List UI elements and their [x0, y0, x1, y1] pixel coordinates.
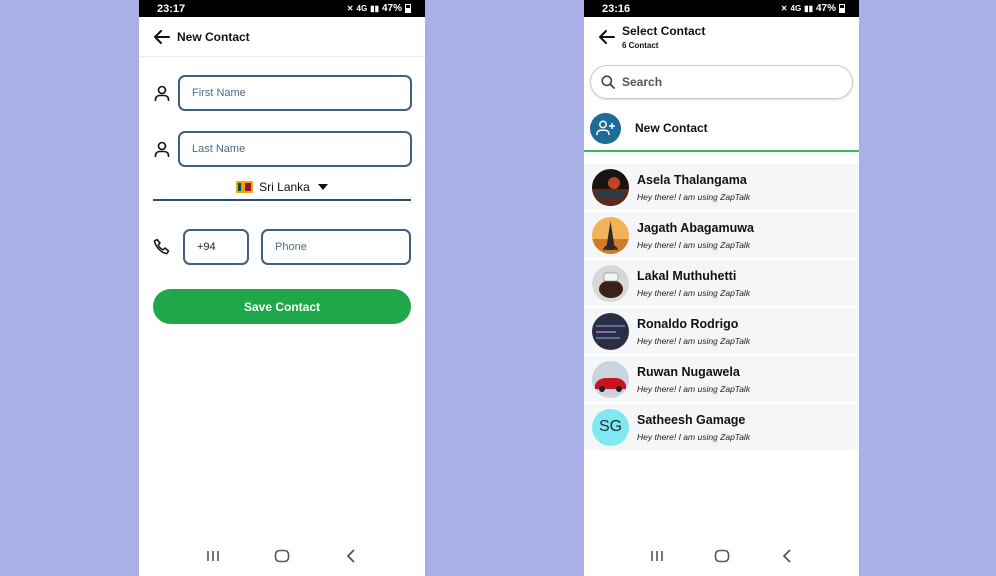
last-name-row: [152, 131, 412, 167]
list-item[interactable]: Jagath Abagamuwa Hey there! I am using Z…: [584, 212, 859, 258]
contact-status: Hey there! I am using ZapTalk: [637, 431, 751, 442]
avatar: [592, 264, 629, 302]
contact-count: 6 Contact: [622, 41, 659, 50]
contact-name: Jagath Abagamuwa: [637, 220, 754, 235]
contact-list: Asela Thalangama Hey there! I am using Z…: [584, 164, 859, 452]
status-time: 23:17: [157, 2, 186, 15]
list-item[interactable]: SG Satheesh Gamage Hey there! I am using…: [584, 404, 859, 450]
battery-icon: [839, 4, 845, 13]
status-icons: ✕ 4G ▮▮ 47%: [347, 3, 411, 14]
battery-icon: [405, 4, 411, 13]
first-name-field[interactable]: [178, 75, 412, 111]
phone-icon: [152, 237, 172, 257]
arrow-left-icon: [154, 29, 170, 44]
search-bar: [590, 65, 853, 99]
back-nav-button[interactable]: [775, 544, 799, 568]
country-code-field[interactable]: [183, 229, 249, 265]
caret-down-icon: [317, 183, 328, 190]
list-item[interactable]: Ruwan Nugawela Hey there! I am using Zap…: [584, 356, 859, 402]
contact-name: Ronaldo Rodrigo: [637, 316, 739, 331]
select-contact-screen: 23:16 ✕ 4G ▮▮ 47% Select Contact 6 Conta…: [584, 0, 859, 576]
recents-button[interactable]: [201, 544, 225, 568]
back-button[interactable]: [151, 26, 173, 48]
contact-name: Satheesh Gamage: [637, 412, 746, 427]
country-name: Sri Lanka: [259, 179, 310, 194]
mute-icon: ✕: [346, 4, 354, 13]
status-bar: 23:17 ✕ 4G ▮▮ 47%: [139, 0, 425, 17]
system-nav-bar: [139, 536, 425, 576]
search-input[interactable]: [622, 75, 822, 89]
avatar: SG: [592, 408, 629, 446]
signal-icon: ▮▮: [804, 4, 813, 13]
app-bar: Select Contact 6 Contact: [584, 17, 859, 57]
avatar: [592, 216, 629, 254]
system-nav-bar: [584, 536, 859, 576]
save-contact-button[interactable]: Save Contact: [153, 289, 411, 324]
page-title: New Contact: [177, 29, 250, 44]
home-icon: [274, 549, 290, 563]
app-bar: New Contact: [139, 17, 425, 57]
title-block: Select Contact 6 Contact: [622, 24, 705, 50]
page-title: Select Contact: [622, 24, 706, 38]
mute-icon: ✕: [780, 4, 788, 13]
home-button[interactable]: [270, 544, 294, 568]
signal-icon: ▮▮: [370, 4, 379, 13]
signal-label: 4G: [356, 4, 368, 13]
arrow-left-icon: [599, 30, 615, 44]
list-item[interactable]: Ronaldo Rodrigo Hey there! I am using Za…: [584, 308, 859, 354]
add-person-icon: [590, 112, 621, 144]
avatar: [592, 168, 629, 206]
back-nav-button[interactable]: [339, 544, 363, 568]
contact-status: Hey there! I am using ZapTalk: [637, 335, 751, 346]
recents-icon: [650, 551, 663, 561]
list-item[interactable]: Asela Thalangama Hey there! I am using Z…: [584, 164, 859, 210]
person-icon: [152, 139, 172, 159]
home-icon: [714, 549, 729, 563]
new-contact-button[interactable]: New Contact: [584, 106, 859, 152]
signal-label: 4G: [790, 4, 802, 13]
contact-name: Lakal Muthuhetti: [637, 268, 737, 283]
contact-name: Ruwan Nugawela: [637, 364, 740, 379]
avatar-initials: SG: [598, 418, 623, 435]
status-icons: ✕ 4G ▮▮ 47%: [781, 3, 845, 14]
first-name-row: [152, 75, 412, 111]
recents-icon: [207, 551, 220, 561]
last-name-field[interactable]: [178, 131, 412, 167]
new-contact-label: New Contact: [635, 121, 708, 135]
contact-status: Hey there! I am using ZapTalk: [637, 191, 751, 202]
battery-percent: 47%: [381, 3, 402, 14]
chevron-left-icon: [782, 549, 791, 563]
chevron-left-icon: [346, 549, 355, 563]
status-bar: 23:16 ✕ 4G ▮▮ 47%: [584, 0, 859, 17]
contact-status: Hey there! I am using ZapTalk: [637, 239, 751, 250]
avatar: [592, 312, 629, 350]
back-button[interactable]: [596, 26, 618, 48]
recents-button[interactable]: [645, 544, 669, 568]
contact-status: Hey there! I am using ZapTalk: [637, 287, 751, 298]
contact-status: Hey there! I am using ZapTalk: [637, 383, 751, 394]
status-time: 23:16: [602, 2, 631, 15]
phone-field[interactable]: [261, 229, 411, 265]
person-icon: [152, 83, 172, 103]
home-button[interactable]: [710, 544, 734, 568]
avatar: [592, 360, 629, 398]
list-item[interactable]: Lakal Muthuhetti Hey there! I am using Z…: [584, 260, 859, 306]
phone-row: [152, 229, 411, 265]
country-selector[interactable]: Sri Lanka: [153, 174, 411, 201]
contact-name: Asela Thalangama: [637, 172, 747, 187]
sri-lanka-flag-icon: [236, 180, 254, 193]
new-contact-screen: 23:17 ✕ 4G ▮▮ 47% New Contact Sri Lanka: [139, 0, 425, 576]
search-icon: [601, 75, 615, 89]
battery-percent: 47%: [815, 3, 836, 14]
